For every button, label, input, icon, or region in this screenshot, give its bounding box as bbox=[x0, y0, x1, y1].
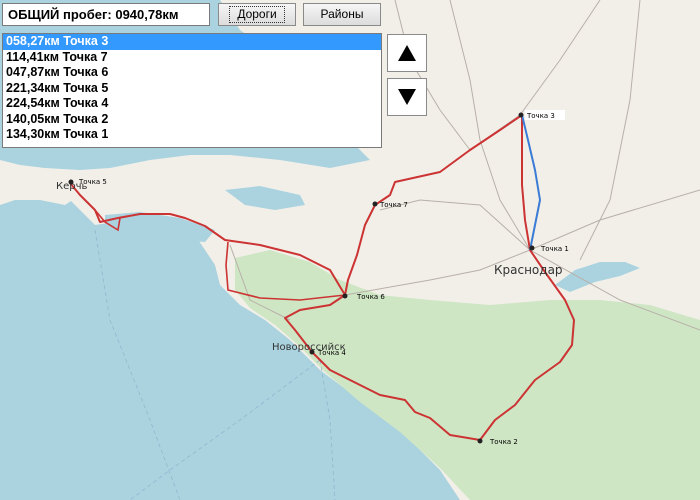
move-down-button[interactable] bbox=[387, 78, 427, 116]
city-label-krasnodar: Краснодар bbox=[494, 263, 563, 277]
waypoint-label: Точка 7 bbox=[379, 201, 408, 209]
waypoint-label: Точка 1 bbox=[540, 245, 569, 253]
districts-button[interactable]: Районы bbox=[303, 3, 381, 26]
waypoint-marker bbox=[518, 112, 524, 118]
list-item[interactable]: 114,41км Точка 7 bbox=[3, 50, 381, 66]
list-item[interactable]: 047,87км Точка 6 bbox=[3, 65, 381, 81]
roads-button-label: Дороги bbox=[229, 6, 285, 23]
list-item[interactable]: 221,34км Точка 5 bbox=[3, 81, 381, 97]
waypoint-marker bbox=[372, 201, 378, 207]
list-item[interactable]: 224,54км Точка 4 bbox=[3, 96, 381, 112]
waypoint-marker bbox=[529, 245, 535, 251]
waypoint-label: Точка 3 bbox=[526, 112, 555, 120]
waypoint-label: Точка 2 bbox=[489, 438, 518, 446]
waypoint-marker bbox=[68, 179, 74, 185]
waypoint-marker bbox=[477, 438, 483, 444]
waypoint-3[interactable]: Точка 3 bbox=[518, 110, 566, 120]
list-item[interactable]: 140,05км Точка 2 bbox=[3, 112, 381, 128]
roads-button[interactable]: Дороги bbox=[218, 3, 296, 26]
list-item[interactable]: 134,30км Точка 1 bbox=[3, 127, 381, 143]
waypoint-marker bbox=[342, 293, 348, 299]
waypoint-label: Точка 6 bbox=[356, 293, 385, 301]
down-arrow-icon bbox=[398, 89, 416, 105]
waypoint-label: Точка 5 bbox=[78, 178, 107, 186]
total-mileage-display: ОБЩИЙ пробег: 0940,78км bbox=[2, 3, 210, 26]
list-item[interactable]: 058,27км Точка 3 bbox=[3, 34, 381, 50]
up-arrow-icon bbox=[398, 45, 416, 61]
move-up-button[interactable] bbox=[387, 34, 427, 72]
point-list[interactable]: 058,27км Точка 3 114,41км Точка 7 047,87… bbox=[2, 33, 382, 148]
waypoint-marker bbox=[309, 349, 315, 355]
waypoint-label: Точка 4 bbox=[317, 349, 346, 357]
